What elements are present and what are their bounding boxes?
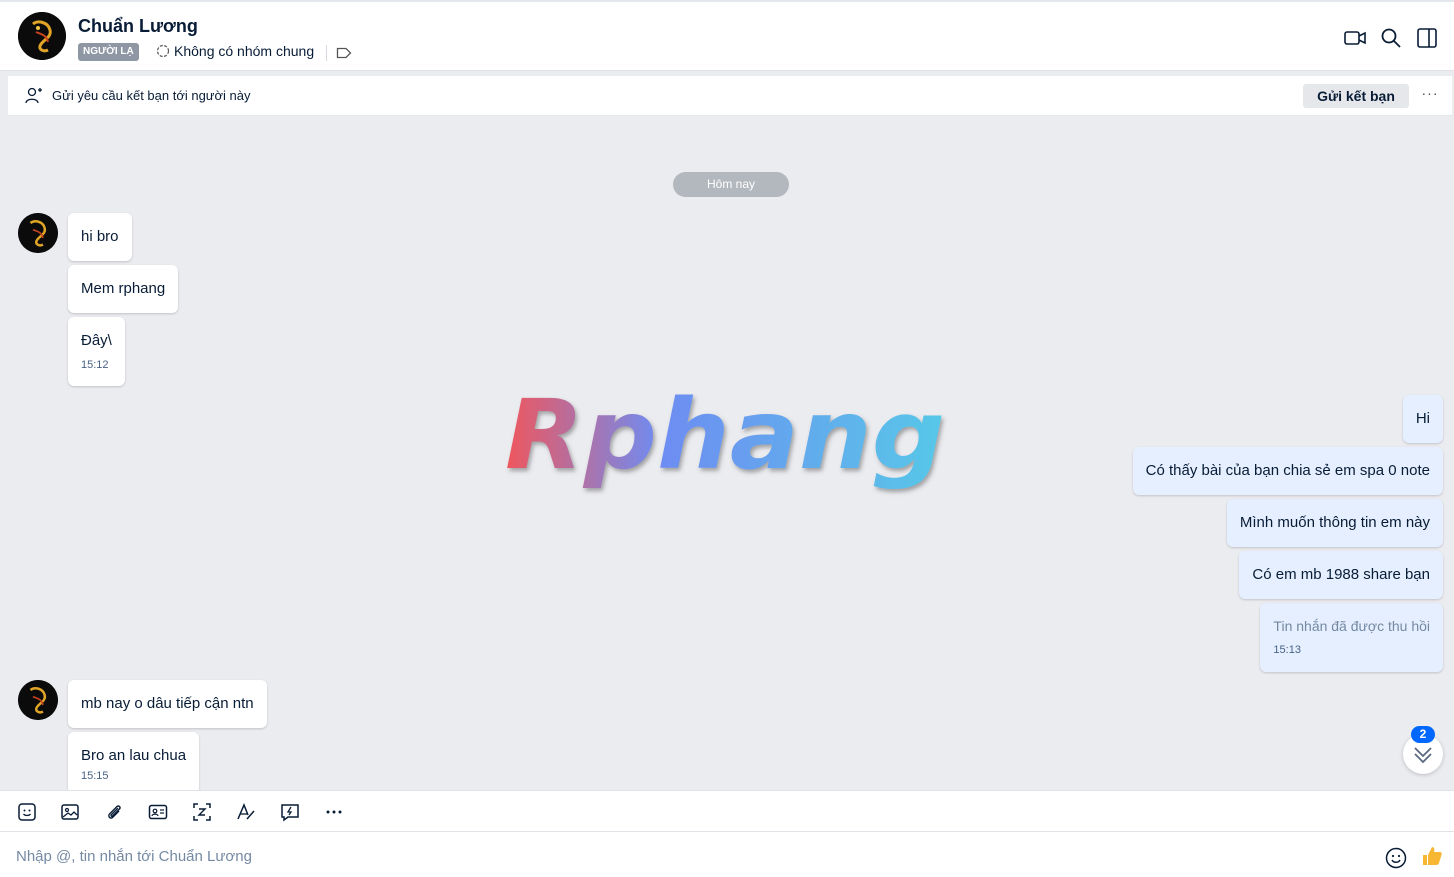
search-icon[interactable]: [1379, 26, 1403, 50]
image-icon[interactable]: [59, 801, 81, 823]
stranger-badge: NGƯỜI LẠ: [78, 43, 139, 61]
group-icon: [156, 44, 170, 58]
more-options-button[interactable]: ···: [1418, 84, 1442, 108]
screenshot-icon[interactable]: [191, 801, 213, 823]
message-time: 15:12: [81, 359, 109, 371]
add-user-icon: [25, 87, 42, 104]
contact-card-icon[interactable]: [147, 801, 169, 823]
message-input[interactable]: [16, 845, 1356, 867]
contact-name[interactable]: Chuẩn Lương: [78, 16, 198, 37]
watermark-logo: Rphang: [505, 379, 945, 491]
message-bubble[interactable]: hi bro: [68, 213, 132, 261]
friend-request-bar: Gửi yêu cầu kết bạn tới người này Gửi kế…: [8, 76, 1452, 116]
avatar-image: [18, 680, 58, 720]
avatar-image: [18, 12, 66, 60]
watermark-text: Rphang: [505, 379, 945, 491]
message-time: 15:15: [81, 770, 109, 782]
message-text: hi bro: [81, 228, 119, 245]
avatar-image: [18, 213, 58, 253]
text-format-icon[interactable]: [235, 801, 257, 823]
message-text: Hi: [1415, 410, 1430, 427]
mutual-groups-label: Không có nhóm chung: [174, 43, 315, 59]
message-bubble-outgoing[interactable]: Có thấy bài của bạn chia sẻ em spa 0 not…: [1132, 447, 1443, 495]
message-text: Mình muốn thông tin em này: [1239, 514, 1430, 531]
message-text: Bro an lau chua: [81, 747, 187, 764]
tag-icon[interactable]: [336, 46, 352, 60]
message-time: 15:13: [1273, 644, 1301, 656]
more-icon[interactable]: [323, 801, 345, 823]
recalled-message-text: Tin nhắn đã được thu hồi: [1273, 618, 1430, 634]
sidebar-toggle-icon[interactable]: [1415, 26, 1439, 50]
contact-avatar[interactable]: [18, 12, 66, 60]
message-text: Mem rphang: [81, 280, 166, 297]
emoji-icon[interactable]: [1384, 846, 1408, 870]
message-text: Có thấy bài của bạn chia sẻ em spa 0 not…: [1145, 462, 1430, 479]
composer-toolbar: [0, 790, 1454, 832]
recalled-message-bubble[interactable]: Tin nhắn đã được thu hồi 15:13: [1260, 603, 1443, 672]
sender-avatar[interactable]: [18, 680, 58, 720]
date-separator: Hôm nay: [673, 172, 789, 197]
attachment-icon[interactable]: [103, 801, 125, 823]
send-friend-request-button[interactable]: Gửi kết bạn: [1303, 84, 1409, 108]
message-bubble-outgoing[interactable]: Có em mb 1988 share bạn: [1239, 551, 1443, 599]
message-bubble[interactable]: Bro an lau chua 15:15: [68, 732, 200, 794]
chat-header: Chuẩn Lương NGƯỜI LẠ Không có nhóm chung: [0, 0, 1454, 71]
thumbs-up-icon[interactable]: [1420, 844, 1444, 868]
unread-count-badge: 2: [1411, 726, 1435, 743]
header-divider: [326, 45, 327, 61]
mutual-groups[interactable]: Không có nhóm chung: [156, 43, 314, 59]
message-bubble[interactable]: Đây\ 15:12: [68, 317, 125, 386]
quick-message-icon[interactable]: [279, 801, 301, 823]
message-composer: [0, 832, 1454, 877]
message-text: Có em mb 1988 share bạn: [1252, 566, 1430, 583]
message-text: mb nay o dâu tiếp cận ntn: [81, 695, 254, 712]
sender-avatar[interactable]: [18, 213, 58, 253]
message-bubble-outgoing[interactable]: Hi: [1402, 395, 1443, 443]
video-call-icon[interactable]: [1343, 26, 1367, 50]
friend-request-text: Gửi yêu cầu kết bạn tới người này: [52, 88, 251, 103]
message-bubble-outgoing[interactable]: Mình muốn thông tin em này: [1226, 499, 1443, 547]
message-text: Đây\: [81, 332, 112, 349]
sticker-icon[interactable]: [16, 801, 38, 823]
message-bubble[interactable]: Mem rphang: [68, 265, 179, 313]
message-bubble[interactable]: mb nay o dâu tiếp cận ntn: [68, 680, 267, 728]
